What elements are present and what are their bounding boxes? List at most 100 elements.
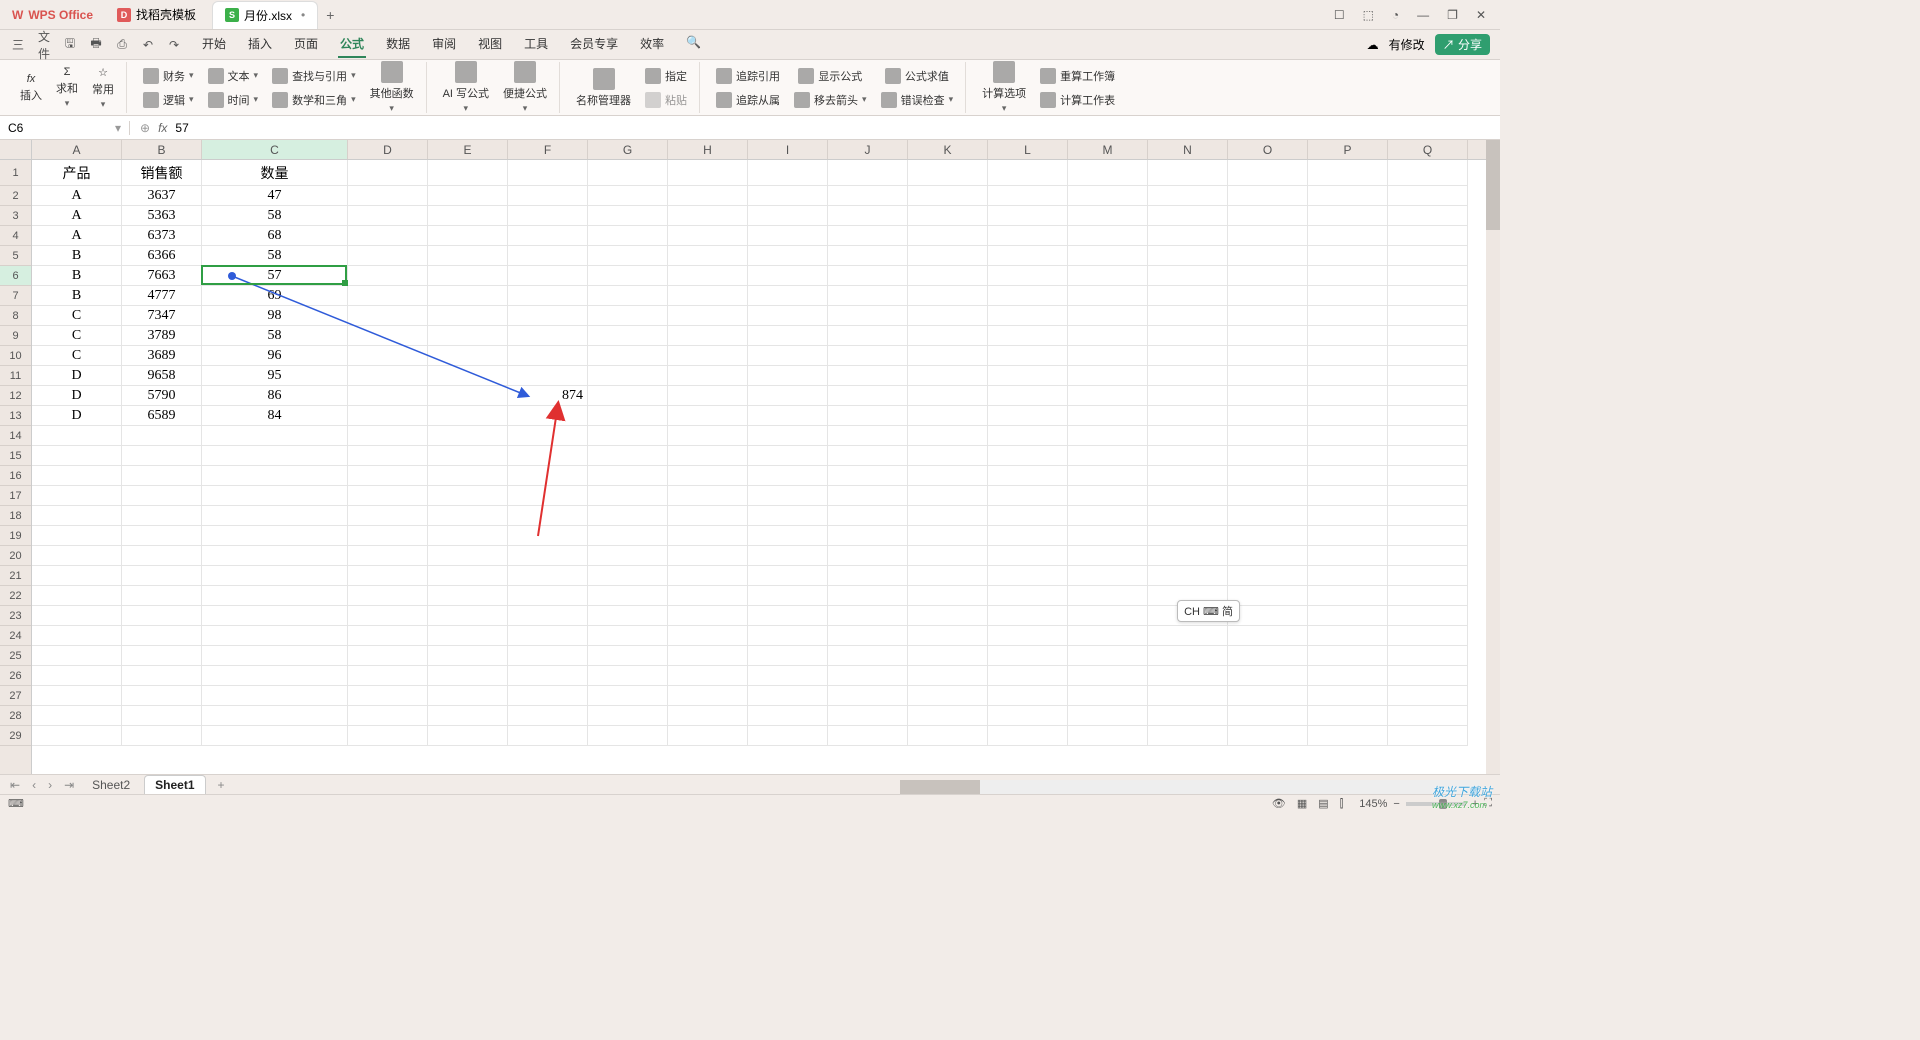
- cell-F12[interactable]: 874: [508, 386, 588, 406]
- cell-L23[interactable]: [988, 606, 1068, 626]
- row-header-27[interactable]: 27: [0, 686, 31, 706]
- app-menu-icon[interactable]: 三: [10, 36, 26, 53]
- cell-P10[interactable]: [1308, 346, 1388, 366]
- calc-options-button[interactable]: 计算选项: [978, 59, 1030, 116]
- cell-L14[interactable]: [988, 426, 1068, 446]
- row-header-26[interactable]: 26: [0, 666, 31, 686]
- remove-arrows-button[interactable]: 移去箭头: [790, 90, 871, 110]
- cell-E17[interactable]: [428, 486, 508, 506]
- cell-B16[interactable]: [122, 466, 202, 486]
- spreadsheet-grid[interactable]: ABCDEFGHIJKLMNOPQ 1234567891011121314151…: [0, 140, 1486, 774]
- cell-O13[interactable]: [1228, 406, 1308, 426]
- row-header-8[interactable]: 8: [0, 306, 31, 326]
- cell-J7[interactable]: [828, 286, 908, 306]
- cell-Q3[interactable]: [1388, 206, 1468, 226]
- cell-F17[interactable]: [508, 486, 588, 506]
- cell-A2[interactable]: A: [32, 186, 122, 206]
- cell-A22[interactable]: [32, 586, 122, 606]
- recent-functions-button[interactable]: ☆常用: [88, 64, 118, 112]
- cell-B26[interactable]: [122, 666, 202, 686]
- cell-G7[interactable]: [588, 286, 668, 306]
- ai-formula-button[interactable]: AI 写公式: [439, 59, 493, 116]
- cell-I3[interactable]: [748, 206, 828, 226]
- trace-dependents-button[interactable]: 追踪从属: [712, 90, 784, 110]
- cell-E16[interactable]: [428, 466, 508, 486]
- cell-N8[interactable]: [1148, 306, 1228, 326]
- cell-K24[interactable]: [908, 626, 988, 646]
- cell-C8[interactable]: 98: [202, 306, 348, 326]
- cell-E19[interactable]: [428, 526, 508, 546]
- cell-E25[interactable]: [428, 646, 508, 666]
- cell-C21[interactable]: [202, 566, 348, 586]
- col-header-E[interactable]: E: [428, 140, 508, 159]
- cell-Q15[interactable]: [1388, 446, 1468, 466]
- cell-F13[interactable]: [508, 406, 588, 426]
- autosum-button[interactable]: Σ求和: [52, 64, 82, 111]
- cell-E9[interactable]: [428, 326, 508, 346]
- cell-E23[interactable]: [428, 606, 508, 626]
- col-header-F[interactable]: F: [508, 140, 588, 159]
- cell-H21[interactable]: [668, 566, 748, 586]
- cell-P21[interactable]: [1308, 566, 1388, 586]
- cell-N9[interactable]: [1148, 326, 1228, 346]
- col-header-P[interactable]: P: [1308, 140, 1388, 159]
- cell-P28[interactable]: [1308, 706, 1388, 726]
- cell-I17[interactable]: [748, 486, 828, 506]
- cell-J2[interactable]: [828, 186, 908, 206]
- cell-I27[interactable]: [748, 686, 828, 706]
- cell-M26[interactable]: [1068, 666, 1148, 686]
- cell-N27[interactable]: [1148, 686, 1228, 706]
- cell-E5[interactable]: [428, 246, 508, 266]
- cell-O28[interactable]: [1228, 706, 1308, 726]
- cell-L12[interactable]: [988, 386, 1068, 406]
- cell-J21[interactable]: [828, 566, 908, 586]
- col-header-A[interactable]: A: [32, 140, 122, 159]
- cell-I10[interactable]: [748, 346, 828, 366]
- cell-H2[interactable]: [668, 186, 748, 206]
- cell-M11[interactable]: [1068, 366, 1148, 386]
- cell-Q21[interactable]: [1388, 566, 1468, 586]
- cell-K27[interactable]: [908, 686, 988, 706]
- cell-M3[interactable]: [1068, 206, 1148, 226]
- cell-B7[interactable]: 4777: [122, 286, 202, 306]
- cell-J6[interactable]: [828, 266, 908, 286]
- cell-H17[interactable]: [668, 486, 748, 506]
- cell-G3[interactable]: [588, 206, 668, 226]
- cell-Q9[interactable]: [1388, 326, 1468, 346]
- cell-F19[interactable]: [508, 526, 588, 546]
- cell-A28[interactable]: [32, 706, 122, 726]
- cell-C26[interactable]: [202, 666, 348, 686]
- cell-I28[interactable]: [748, 706, 828, 726]
- row-header-2[interactable]: 2: [0, 186, 31, 206]
- cell-H22[interactable]: [668, 586, 748, 606]
- col-header-M[interactable]: M: [1068, 140, 1148, 159]
- cell-F20[interactable]: [508, 546, 588, 566]
- cell-P6[interactable]: [1308, 266, 1388, 286]
- cell-I5[interactable]: [748, 246, 828, 266]
- cell-D3[interactable]: [348, 206, 428, 226]
- cell-Q7[interactable]: [1388, 286, 1468, 306]
- other-functions-button[interactable]: 其他函数: [366, 59, 418, 116]
- cell-E18[interactable]: [428, 506, 508, 526]
- cell-J16[interactable]: [828, 466, 908, 486]
- cell-C10[interactable]: 96: [202, 346, 348, 366]
- cell-P20[interactable]: [1308, 546, 1388, 566]
- cell-G11[interactable]: [588, 366, 668, 386]
- cell-M5[interactable]: [1068, 246, 1148, 266]
- cell-L2[interactable]: [988, 186, 1068, 206]
- cell-P1[interactable]: [1308, 160, 1388, 186]
- cell-C12[interactable]: 86: [202, 386, 348, 406]
- cell-I13[interactable]: [748, 406, 828, 426]
- cell-Q4[interactable]: [1388, 226, 1468, 246]
- cell-N15[interactable]: [1148, 446, 1228, 466]
- col-header-B[interactable]: B: [122, 140, 202, 159]
- cell-L5[interactable]: [988, 246, 1068, 266]
- win-minimize-button[interactable]: —: [1417, 8, 1429, 22]
- cell-D12[interactable]: [348, 386, 428, 406]
- cell-K5[interactable]: [908, 246, 988, 266]
- cell-P22[interactable]: [1308, 586, 1388, 606]
- cell-K1[interactable]: [908, 160, 988, 186]
- cell-A14[interactable]: [32, 426, 122, 446]
- cell-K14[interactable]: [908, 426, 988, 446]
- cell-G24[interactable]: [588, 626, 668, 646]
